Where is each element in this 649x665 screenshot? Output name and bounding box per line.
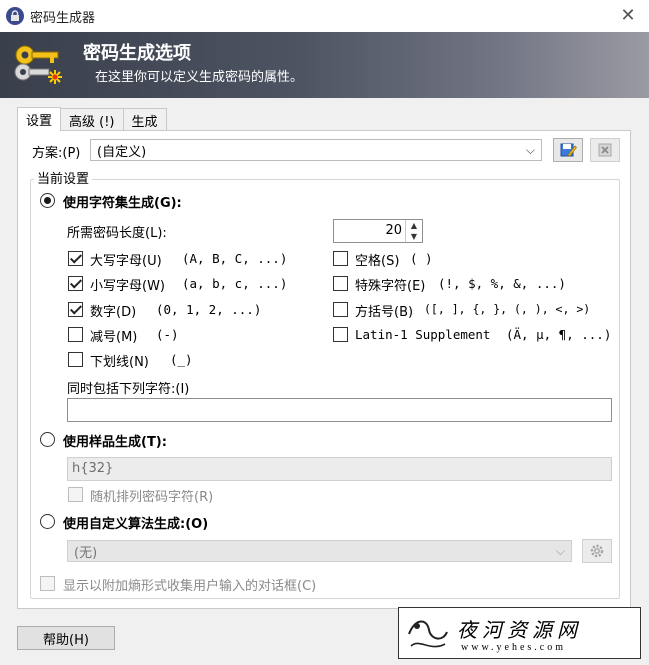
delete-scheme-button[interactable]: [590, 138, 620, 162]
uppercase-label: 大写字母(U): [90, 254, 162, 269]
custom-algorithm-select[interactable]: (无) ⌵: [67, 540, 572, 562]
length-value: 20: [385, 223, 402, 238]
charset-radio-label: 使用字符集生成(G):: [63, 196, 182, 211]
special-sample: (!, $, %, &, ...): [438, 276, 566, 291]
latin1-sample: (Ä, µ, ¶, ...): [506, 327, 612, 342]
length-stepper[interactable]: 20 ▲ ▼: [333, 219, 423, 243]
tab-strip: 设置 高级 (!) 生成: [17, 107, 167, 131]
brackets-sample: ([, ], {, }, (, ), <, >): [424, 302, 591, 316]
underline-checkbox[interactable]: [68, 352, 83, 367]
save-edit-icon: [560, 143, 577, 157]
lowercase-sample: (a, b, c, ...): [182, 276, 288, 291]
underline-label: 下划线(N): [90, 355, 149, 370]
shuffle-checkbox[interactable]: [68, 487, 83, 502]
underline-sample: (_): [170, 352, 193, 367]
lowercase-checkbox[interactable]: [68, 276, 83, 291]
custom-algorithm-label: 使用自定义算法生成:(O): [63, 517, 209, 532]
custom-algorithm-value: (无): [74, 545, 98, 561]
arrow-up-icon[interactable]: ▲: [406, 220, 422, 231]
header-banner: 密码生成选项 在这里你可以定义生成密码的属性。: [0, 32, 649, 98]
scheme-select[interactable]: (自定义) ⌵: [90, 139, 542, 161]
length-label: 所需密码长度(L):: [67, 226, 167, 241]
title-bar: 密码生成器 ✕: [0, 0, 649, 32]
help-button[interactable]: 帮助(H): [17, 626, 115, 650]
pattern-radio-label: 使用样品生成(T):: [63, 435, 167, 450]
brackets-checkbox[interactable]: [333, 302, 348, 317]
include-chars-label: 同时包括下列字符:(I): [67, 382, 190, 397]
shuffle-label: 随机排列密码字符(R): [90, 490, 214, 505]
settings-panel: 方案:(P) (自定义) ⌵ 当前设置 使用字符集生成(G): 所需密码长度(L…: [17, 130, 631, 609]
space-checkbox[interactable]: [333, 251, 348, 266]
delete-icon: [598, 143, 612, 157]
minus-checkbox[interactable]: [68, 327, 83, 342]
window-title: 密码生成器: [30, 10, 96, 26]
tab-advanced[interactable]: 高级 (!): [60, 108, 124, 130]
gear-icon: [590, 544, 604, 558]
watermark-logo: 夜河资源网 www.yehes.com: [398, 607, 641, 659]
digits-label: 数字(D): [90, 305, 137, 320]
digits-checkbox[interactable]: [68, 302, 83, 317]
banner-subtitle: 在这里你可以定义生成密码的属性。: [95, 70, 304, 85]
watermark-text: 夜河资源网: [457, 618, 582, 642]
entropy-checkbox[interactable]: [40, 576, 55, 591]
custom-algorithm-radio[interactable]: [40, 514, 55, 529]
latin1-checkbox[interactable]: [333, 327, 348, 342]
uppercase-sample: (A, B, C, ...): [182, 251, 288, 266]
tab-preview[interactable]: 生成: [122, 108, 167, 130]
digits-sample: (0, 1, 2, ...): [156, 302, 262, 317]
close-icon[interactable]: ✕: [617, 5, 639, 27]
pattern-radio[interactable]: [40, 432, 55, 447]
scheme-value: (自定义): [97, 144, 147, 160]
space-label: 空格(S): [355, 254, 400, 269]
arrow-down-icon[interactable]: ▼: [406, 231, 422, 242]
latin1-label: Latin-1 Supplement: [355, 327, 491, 342]
keepass-lock-icon: [6, 7, 24, 25]
space-sample: ( ): [410, 251, 433, 266]
keys-icon: [14, 45, 62, 84]
chevron-down-icon: ⌵: [525, 143, 535, 157]
banner-title: 密码生成选项: [83, 43, 191, 64]
save-scheme-button[interactable]: [553, 138, 583, 162]
minus-sample: (-): [156, 327, 179, 342]
entropy-label: 显示以附加熵形式收集用户输入的对话框(C): [63, 579, 317, 594]
charset-radio[interactable]: [40, 193, 55, 208]
lowercase-label: 小写字母(W): [90, 279, 165, 294]
stepper-arrows[interactable]: ▲ ▼: [405, 220, 422, 242]
current-settings-legend: 当前设置: [34, 168, 93, 187]
include-chars-input[interactable]: [67, 398, 612, 422]
ornament-icon: [408, 620, 448, 648]
pattern-input[interactable]: h{32}: [67, 457, 612, 481]
brackets-label: 方括号(B): [355, 305, 414, 320]
special-checkbox[interactable]: [333, 276, 348, 291]
watermark-url: www.yehes.com: [461, 642, 567, 653]
minus-label: 减号(M): [90, 330, 138, 345]
chevron-down-icon: ⌵: [555, 544, 565, 558]
special-label: 特殊字符(E): [355, 279, 426, 294]
algorithm-options-button[interactable]: [582, 539, 612, 563]
uppercase-checkbox[interactable]: [68, 251, 83, 266]
tab-settings[interactable]: 设置: [17, 107, 62, 131]
scheme-label: 方案:(P): [32, 146, 81, 161]
